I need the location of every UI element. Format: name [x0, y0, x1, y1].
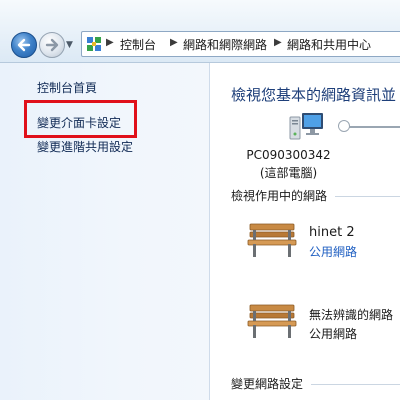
network-type-link[interactable]: 公用網路 — [309, 243, 357, 260]
breadcrumb-separator[interactable]: ▶ — [170, 37, 178, 48]
breadcrumb-network-internet[interactable]: 網路和網際網路 — [183, 36, 267, 53]
bench-icon — [247, 223, 297, 257]
bench-icon — [247, 304, 297, 338]
section-divider — [335, 196, 400, 197]
forward-button[interactable] — [39, 32, 65, 58]
network-type: 公用網路 — [309, 327, 358, 341]
breadcrumb-network-sharing-center[interactable]: 網路和共用中心 — [287, 36, 371, 53]
highlight-annotation-box — [24, 100, 137, 138]
navigation-bar: ▼ ▶ 控制台 ▶ 網路和網際網路 ▶ 網路和共用中心 — [0, 0, 400, 63]
page-title: 檢視您基本的網路資訊並 — [231, 86, 397, 104]
network-name: 無法辨識的網路 — [309, 308, 394, 322]
back-button[interactable] — [11, 32, 37, 58]
section-divider — [311, 384, 400, 385]
history-chevron-icon[interactable]: ▼ — [66, 38, 76, 52]
control-panel-icon — [87, 37, 101, 51]
network-connection-line — [344, 126, 400, 128]
computer-subtitle: (這部電腦) — [259, 166, 318, 180]
forward-arrow-icon — [45, 38, 59, 52]
sidebar-link-change-advanced-sharing[interactable]: 變更進階共用設定 — [37, 138, 133, 155]
breadcrumb-separator[interactable]: ▶ — [106, 37, 114, 48]
address-bar[interactable]: ▶ 控制台 ▶ 網路和網際網路 ▶ 網路和共用中心 — [81, 31, 400, 57]
breadcrumb-separator[interactable]: ▶ — [274, 37, 282, 48]
breadcrumb-control-panel[interactable]: 控制台 — [120, 36, 156, 53]
sidebar-link-control-panel-home[interactable]: 控制台首頁 — [37, 79, 97, 96]
computer-icon[interactable] — [288, 109, 324, 143]
main-content: 檢視您基本的網路資訊並 PC090300342 (這部電腦) 檢視作用中的網路 … — [210, 63, 400, 400]
computer-name: PC090300342 — [246, 148, 331, 162]
back-arrow-icon — [17, 38, 31, 52]
change-network-settings-heading: 變更網路設定 — [231, 377, 304, 391]
network-name: hinet 2 — [309, 225, 355, 240]
active-networks-heading: 檢視作用中的網路 — [231, 189, 328, 203]
network-connection-node — [338, 120, 350, 132]
